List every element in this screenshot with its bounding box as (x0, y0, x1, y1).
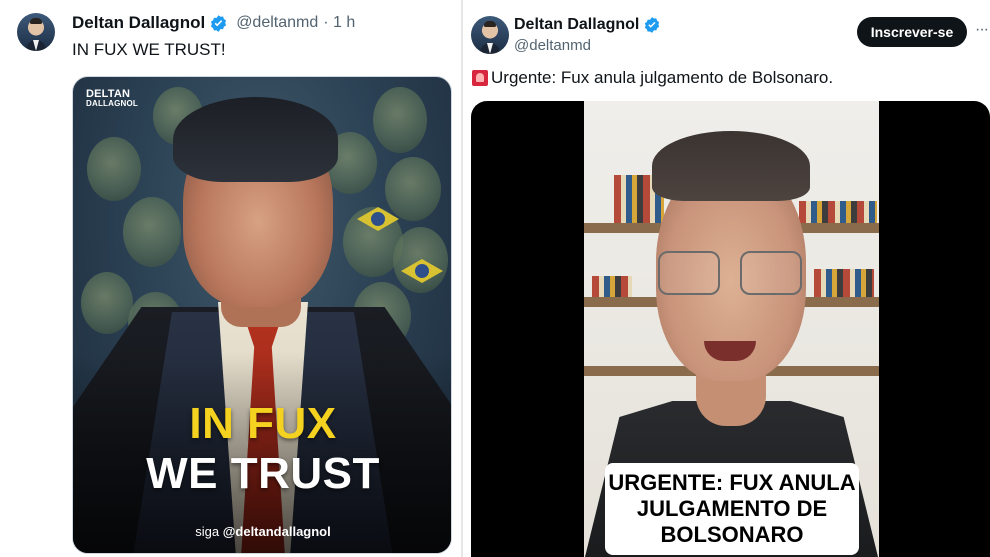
signature-prefix: siga (195, 524, 220, 539)
crowd-figure (385, 157, 441, 221)
subscribe-button[interactable]: Inscrever-se (857, 17, 967, 47)
crowd-figure (373, 87, 427, 153)
author-handle[interactable]: @deltanmd (514, 37, 591, 54)
glasses-lens (740, 251, 802, 295)
caption-line: JULGAMENTO DE (636, 496, 828, 521)
tweet-text: Urgente: Fux anula julgamento de Bolsona… (491, 68, 834, 87)
poster-logo: DELTAN DALLAGNOL (86, 89, 138, 109)
crowd-figure (123, 197, 181, 267)
police-siren-icon (472, 70, 488, 86)
tweet-text-row: Urgente: Fux anula julgamento de Bolsona… (472, 68, 833, 88)
video-caption: URGENTE: FUX ANULA JULGAMENTO DE BOLSONA… (605, 463, 859, 555)
avatar-hair (30, 18, 42, 24)
caption-line: URGENTE: FUX ANULA (608, 470, 856, 495)
poster-headline-line1: IN FUX (189, 399, 337, 448)
crowd-figure (81, 272, 133, 334)
verified-badge-icon (645, 17, 660, 33)
glasses-lens (658, 251, 720, 295)
more-options-icon[interactable]: ··· (975, 22, 990, 42)
poster-headline-line2: WE TRUST (146, 449, 380, 498)
author-name[interactable]: Deltan Dallagnol (72, 13, 205, 33)
signature-handle: @deltandallagnol (222, 524, 331, 539)
glasses (658, 251, 804, 299)
author-name[interactable]: Deltan Dallagnol (514, 16, 639, 34)
right-tweet: Deltan Dallagnol @deltanmd Inscrever-se … (463, 0, 990, 557)
avatar[interactable] (17, 13, 55, 51)
tweet-header: Deltan Dallagnol (514, 16, 661, 34)
books (814, 269, 874, 297)
tweet-image[interactable]: DELTAN DALLAGNOL IN FUX WE TRUST siga @d… (72, 76, 452, 554)
hero-hair (173, 97, 338, 182)
author-handle[interactable]: @deltanmd (236, 14, 318, 32)
caption-line: BOLSONARO (660, 522, 804, 547)
books (592, 276, 632, 297)
books (799, 201, 877, 223)
avatar[interactable] (471, 16, 509, 54)
verified-badge-icon (211, 14, 227, 32)
tweet-video[interactable]: URGENTE: FUX ANULA JULGAMENTO DE BOLSONA… (471, 101, 990, 557)
logo-line2: DALLAGNOL (86, 99, 139, 108)
left-tweet: Deltan Dallagnol @deltanmd · 1 h IN FUX … (0, 0, 461, 557)
tweet-header: Deltan Dallagnol @deltanmd · 1 h (72, 13, 355, 33)
person-hair (652, 131, 810, 201)
tweet-timestamp[interactable]: · 1 h (323, 14, 355, 32)
tweet-text: IN FUX WE TRUST! (72, 40, 226, 59)
crowd-figure (87, 137, 141, 201)
avatar-hair (484, 21, 496, 27)
poster-signature: siga @deltandallagnol (73, 524, 451, 539)
